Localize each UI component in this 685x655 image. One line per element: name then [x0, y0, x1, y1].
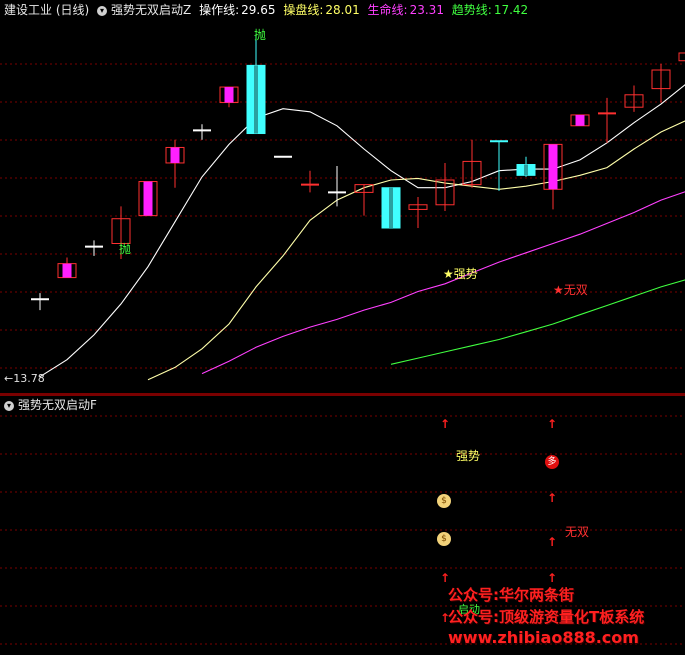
duo-badge-icon: 多: [545, 455, 559, 469]
unmatched-signal: ★无双: [553, 283, 588, 297]
line-trend-value: 17.42: [493, 3, 529, 17]
candle-fill: [62, 263, 72, 278]
candlestick-chart: [0, 35, 685, 381]
up-arrow-icon: ↑: [547, 491, 558, 505]
candle-fill: [170, 147, 180, 163]
strong-signal: ★强势: [443, 267, 478, 281]
candle-fill: [524, 164, 528, 176]
indicator-name[interactable]: 强势无双启动Z: [111, 3, 191, 17]
candle-fill: [143, 181, 153, 216]
line-trade-label: 操盘线:: [283, 3, 324, 17]
up-arrow-icon: ↑: [440, 571, 451, 585]
collapse-icon[interactable]: ▾: [4, 400, 14, 411]
up-arrow-icon: ↑: [547, 535, 558, 549]
up-arrow-icon: ↑: [440, 417, 451, 431]
low-price-marker: ←13.78: [4, 372, 45, 385]
candle-fill: [254, 65, 258, 134]
throw-signal-2: 抛: [119, 242, 132, 256]
line-op-label: 操作线:: [199, 3, 240, 17]
sub-unmatched-label: 无双: [565, 525, 590, 539]
money-bag-icon: $: [437, 494, 451, 508]
up-arrow-icon: ↑: [547, 417, 558, 431]
sub-header: ▾ 强势无双启动F: [4, 398, 101, 413]
stock-title: 建设工业 (日线): [4, 3, 90, 17]
sub-indicator-name[interactable]: 强势无双启动F: [18, 398, 97, 412]
watermark-line-1: 公众号:华尔两条街: [448, 586, 574, 604]
main-header: 建设工业 (日线) ▾ 强势无双启动Z 操作线: 29.65 操盘线: 28.01 生…: [4, 3, 532, 18]
sub-strong-label: 强势: [456, 449, 481, 463]
candle-fill: [548, 144, 558, 190]
candle-body: [678, 52, 685, 62]
candle-fill: [389, 187, 393, 229]
up-arrow-icon: ↑: [547, 571, 558, 585]
line-life-label: 生命线:: [367, 3, 408, 17]
collapse-icon[interactable]: ▾: [97, 5, 108, 16]
money-bag-icon: $: [437, 532, 451, 546]
series-line: [39, 84, 685, 378]
candle-fill: [575, 114, 585, 126]
series-line: [147, 120, 685, 381]
main-chart-panel[interactable]: 建设工业 (日线) ▾ 强势无双启动Z 操作线: 29.65 操盘线: 28.01 生…: [0, 0, 685, 393]
candle-fill: [224, 87, 234, 103]
line-op-value: 29.65: [241, 3, 276, 17]
watermark-line-3: www.zhibiao888.com: [448, 628, 639, 647]
throw-signal-1: 抛: [254, 28, 267, 42]
line-trend-label: 趋势线:: [451, 3, 492, 17]
line-trade-value: 28.01: [325, 3, 360, 17]
series-line: [201, 191, 685, 375]
watermark-line-2: 公众号:顶级游资量化T板系统: [448, 608, 645, 626]
line-life-value: 23.31: [409, 3, 444, 17]
